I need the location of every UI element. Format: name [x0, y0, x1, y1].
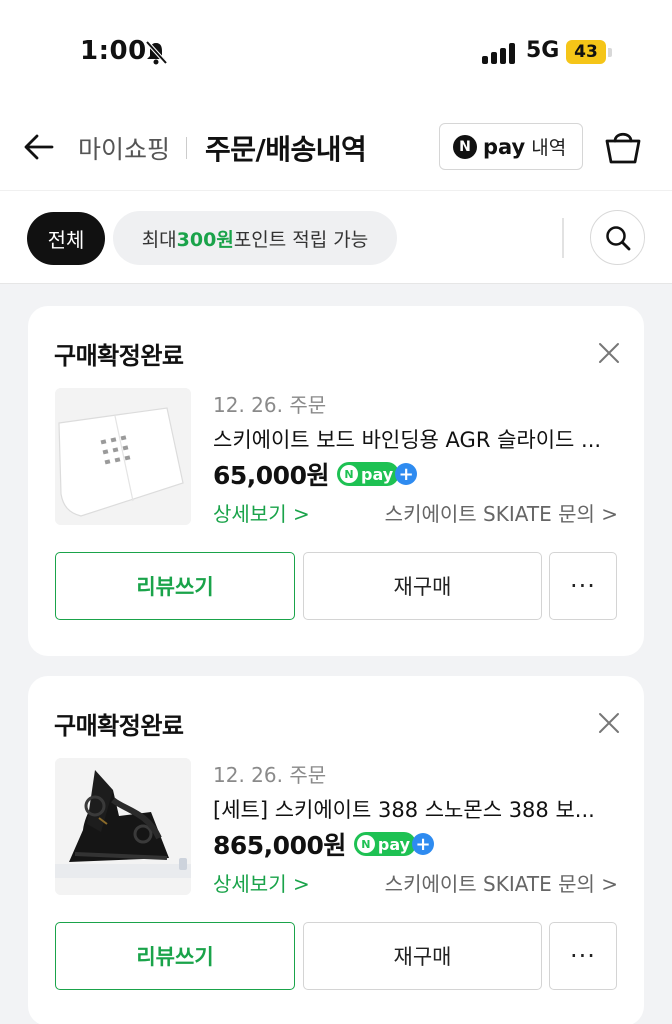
- seller-inquiry-link[interactable]: 스키에이트 SKIATE 문의 >: [385, 498, 618, 527]
- point-promo-chip[interactable]: 최대 300원 포인트 적립 가능: [113, 211, 397, 265]
- detail-link[interactable]: 상세보기 >: [213, 868, 310, 897]
- more-options-button[interactable]: ···: [549, 552, 617, 620]
- battery-icon: 43: [566, 40, 612, 64]
- status-time: 1:00: [80, 36, 147, 66]
- write-review-button[interactable]: 리뷰쓰기: [55, 552, 295, 620]
- price-row: 865,000원 Npay +: [213, 826, 435, 862]
- product-price: 65,000원: [213, 461, 329, 490]
- product-thumbnail[interactable]: [55, 388, 191, 525]
- bell-muted-icon: [145, 40, 168, 65]
- close-icon[interactable]: [598, 342, 620, 364]
- npay-history-button[interactable]: N pay 내역: [439, 123, 583, 170]
- npay-logo-text: pay: [483, 134, 526, 159]
- rebuy-button[interactable]: 재구매: [303, 922, 542, 990]
- npay-plus-icon: +: [412, 833, 435, 855]
- battery-level: 43: [566, 40, 606, 64]
- filter-divider: [562, 218, 564, 258]
- npay-logo-icon: N: [453, 134, 477, 159]
- order-status: 구매확정완료: [54, 342, 184, 370]
- shopping-basket-icon[interactable]: [604, 126, 642, 166]
- npay-plus-badge: Npay +: [353, 832, 435, 856]
- npay-plus-badge: Npay +: [336, 462, 418, 486]
- order-card: 구매확정완료 12. 26. 주문 스키에이트 보드 바인딩용 AGR 슬라이드…: [28, 306, 644, 656]
- detail-link[interactable]: 상세보기 >: [213, 498, 310, 527]
- point-promo-prefix: 최대: [141, 228, 177, 251]
- filter-chip-all[interactable]: 전체: [27, 212, 105, 265]
- npay-plus-icon: +: [395, 463, 418, 485]
- close-icon[interactable]: [598, 712, 620, 734]
- write-review-button[interactable]: 리뷰쓰기: [55, 922, 295, 990]
- npay-badge-n-icon: N: [356, 835, 375, 853]
- rebuy-button[interactable]: 재구매: [303, 552, 542, 620]
- search-icon: [605, 225, 630, 250]
- back-arrow-icon[interactable]: [22, 130, 56, 164]
- more-options-button[interactable]: ···: [549, 922, 617, 990]
- point-promo-amount: 300원: [176, 228, 234, 251]
- npay-badge-text: pay: [377, 834, 411, 854]
- order-status: 구매확정완료: [54, 712, 184, 740]
- seller-inquiry-link[interactable]: 스키에이트 SKIATE 문의 >: [385, 868, 618, 897]
- order-date: 12. 26. 주문: [213, 393, 327, 417]
- search-button[interactable]: [590, 210, 645, 265]
- network-type: 5G: [526, 38, 560, 63]
- product-name[interactable]: [세트] 스키에이트 388 스노몬스 388 보...: [213, 794, 623, 824]
- breadcrumb-my-shopping[interactable]: 마이쇼핑: [78, 130, 170, 166]
- product-thumbnail[interactable]: [55, 758, 191, 895]
- breadcrumb-divider: [186, 137, 187, 159]
- price-row: 65,000원 Npay +: [213, 456, 418, 492]
- page-title: 주문/배송내역: [205, 133, 367, 166]
- order-card: 구매확정완료 12. 26. 주문 [세트] 스키에이트 388 스노몬스 38…: [28, 676, 644, 1024]
- point-promo-suffix: 포인트 적립 가능: [233, 228, 369, 251]
- order-date: 12. 26. 주문: [213, 763, 327, 787]
- npay-badge-n-icon: N: [339, 465, 358, 483]
- signal-icon: [482, 42, 516, 64]
- product-price: 865,000원: [213, 831, 346, 860]
- npay-history-label: 내역: [531, 137, 567, 159]
- product-name[interactable]: 스키에이트 보드 바인딩용 AGR 슬라이드 ...: [213, 424, 623, 454]
- npay-badge-text: pay: [360, 464, 394, 484]
